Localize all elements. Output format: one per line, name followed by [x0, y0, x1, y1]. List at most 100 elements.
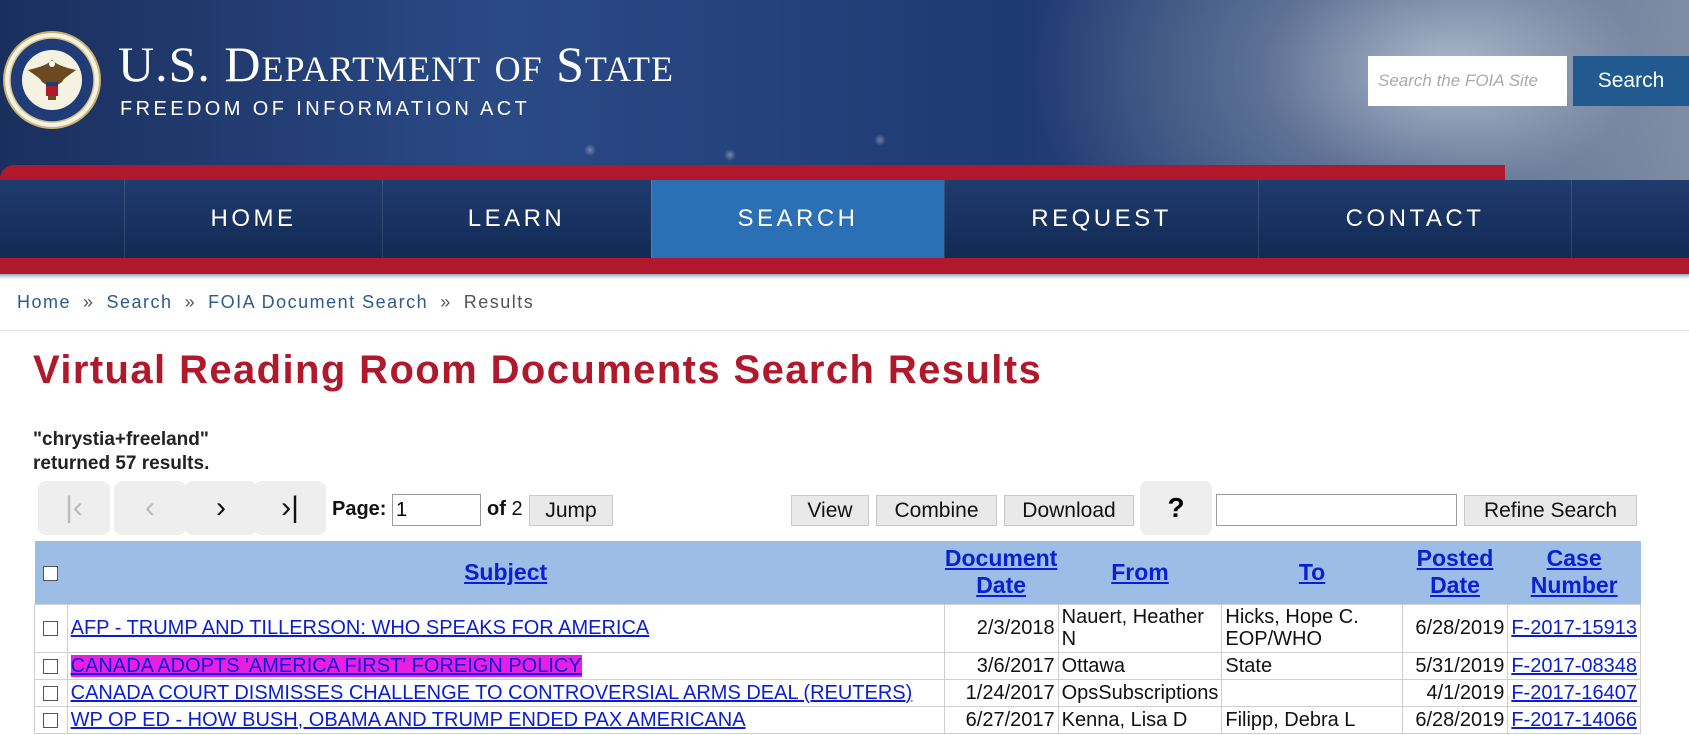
result-summary: "chrystia+freeland" returned 57 results. — [33, 428, 209, 476]
divider — [0, 330, 1689, 331]
column-header-case-number[interactable]: Case Number — [1507, 541, 1641, 604]
refine-search-button[interactable]: Refine Search — [1464, 495, 1637, 526]
table-row: AFP - TRUMP AND TILLERSON: WHO SPEAKS FO… — [34, 603, 1641, 653]
row-checkbox[interactable] — [43, 658, 59, 674]
column-header-subject[interactable]: Subject — [67, 541, 945, 604]
table-header-row: Subject Document Date From To Posted Dat… — [34, 541, 1641, 604]
table-row: WP OP ED - HOW BUSH, OBAMA AND TRUMP END… — [34, 705, 1641, 734]
total-pages: 2 — [511, 498, 523, 520]
to-cell: Hicks, Hope C. EOP/WHO — [1221, 603, 1403, 653]
nav-item-learn[interactable]: LEARN — [382, 180, 650, 258]
from-cell: Ottawa — [1057, 651, 1223, 680]
case-number-link[interactable]: F-2017-15913 — [1511, 617, 1637, 639]
table-row: CANADA ADOPTS 'AMERICA FIRST' FOREIGN PO… — [34, 651, 1641, 680]
row-checkbox[interactable] — [43, 685, 59, 701]
refine-search-input[interactable] — [1216, 494, 1457, 526]
nav-item-label: CONTACT — [1345, 205, 1485, 232]
subject-link[interactable]: WP OP ED - HOW BUSH, OBAMA AND TRUMP END… — [71, 709, 746, 731]
document-date-cell: 3/6/2017 — [943, 651, 1059, 680]
jump-button[interactable]: Jump — [529, 495, 613, 526]
view-button[interactable]: View — [791, 495, 869, 526]
state-department-seal-icon[interactable] — [2, 30, 102, 130]
posted-date-cell: 6/28/2019 — [1401, 603, 1509, 653]
column-header-label: Case Number — [1530, 545, 1618, 599]
site-header: U.S. DEPARTMENT OF STATE FREEDOM OF INFO… — [0, 0, 1689, 180]
row-checkbox[interactable] — [43, 621, 59, 637]
case-number-cell: F-2017-15913 — [1507, 603, 1641, 653]
from-cell: Kenna, Lisa D — [1057, 705, 1223, 734]
page-number-input[interactable] — [392, 494, 481, 526]
nav-shadow — [0, 274, 1689, 279]
row-check-cell — [34, 705, 68, 734]
from-cell: Nauert, Heather N — [1057, 603, 1223, 653]
case-number-cell: F-2017-16407 — [1507, 678, 1641, 707]
subject-cell: AFP - TRUMP AND TILLERSON: WHO SPEAKS FO… — [66, 603, 945, 653]
posted-date-cell: 5/31/2019 — [1401, 651, 1509, 680]
document-date-cell: 1/24/2017 — [943, 678, 1059, 707]
download-button[interactable]: Download — [1004, 495, 1134, 526]
case-number-link[interactable]: F-2017-14066 — [1511, 709, 1637, 731]
case-number-link[interactable]: F-2017-08348 — [1511, 655, 1637, 677]
row-check-cell — [34, 678, 68, 707]
column-header-to[interactable]: To — [1221, 541, 1403, 604]
combine-button[interactable]: Combine — [876, 495, 997, 526]
subject-cell: CANADA COURT DISMISSES CHALLENGE TO CONT… — [66, 678, 945, 707]
column-header-document-date[interactable]: Document Date — [944, 541, 1059, 604]
column-header-posted-date[interactable]: Posted Date — [1402, 541, 1508, 604]
breadcrumb-separator: » — [83, 292, 95, 312]
document-date-cell: 6/27/2017 — [943, 705, 1059, 734]
nav-red-band — [0, 258, 1689, 274]
breadcrumb-current: Results — [463, 292, 535, 312]
help-button[interactable]: ? — [1140, 481, 1212, 535]
page-of-label: of — [487, 498, 506, 520]
case-number-link[interactable]: F-2017-16407 — [1511, 682, 1637, 704]
nav-item-contact[interactable]: CONTACT — [1258, 180, 1572, 258]
results-table: Subject Document Date From To Posted Dat… — [34, 541, 1641, 734]
site-search-input[interactable] — [1368, 56, 1567, 106]
posted-date-cell: 6/28/2019 — [1401, 705, 1509, 734]
row-check-cell — [34, 651, 68, 680]
from-cell: OpsSubscriptions — [1057, 678, 1223, 707]
site-subtitle: FREEDOM OF INFORMATION ACT — [120, 98, 531, 120]
page-total: of 2 — [487, 498, 523, 521]
breadcrumb-search[interactable]: Search — [107, 292, 173, 312]
select-all-checkbox[interactable] — [43, 566, 59, 582]
subject-link[interactable]: CANADA ADOPTS 'AMERICA FIRST' FOREIGN PO… — [70, 654, 582, 677]
column-header-from[interactable]: From — [1058, 541, 1222, 604]
page-label: Page: — [332, 498, 387, 520]
result-count: returned 57 results. — [33, 453, 210, 474]
to-cell: Filipp, Debra L — [1221, 705, 1403, 734]
site-search-button[interactable]: Search — [1573, 56, 1689, 106]
select-all-cell — [34, 541, 68, 604]
subject-link[interactable]: CANADA COURT DISMISSES CHALLENGE TO CONT… — [71, 682, 913, 704]
column-header-label: Document Date — [944, 545, 1058, 599]
nav-item-label: LEARN — [467, 205, 566, 232]
row-checkbox[interactable] — [43, 712, 59, 728]
breadcrumb-separator: » — [184, 292, 197, 312]
nav-item-request[interactable]: REQUEST — [944, 180, 1258, 258]
case-number-cell: F-2017-14066 — [1507, 705, 1641, 734]
column-header-label: Posted Date — [1416, 545, 1494, 599]
subject-cell: WP OP ED - HOW BUSH, OBAMA AND TRUMP END… — [66, 705, 945, 734]
row-check-cell — [34, 603, 68, 653]
table-row: CANADA COURT DISMISSES CHALLENGE TO CONT… — [34, 678, 1641, 707]
breadcrumb-foia-document-search[interactable]: FOIA Document Search — [208, 292, 428, 312]
next-page-button[interactable]: › — [185, 481, 257, 535]
header-red-band — [0, 165, 1505, 180]
nav-item-home[interactable]: HOME — [124, 180, 382, 258]
breadcrumb-home[interactable]: Home — [17, 292, 71, 312]
main-nav: HOME LEARN SEARCH REQUEST CONTACT — [0, 180, 1689, 258]
agency-name[interactable]: U.S. DEPARTMENT OF STATE — [118, 36, 674, 97]
to-cell: State — [1221, 651, 1403, 680]
last-page-button[interactable]: ›| — [254, 481, 326, 535]
nav-item-search[interactable]: SEARCH — [651, 180, 944, 258]
subject-link[interactable]: AFP - TRUMP AND TILLERSON: WHO SPEAKS FO… — [71, 617, 650, 639]
posted-date-cell: 4/1/2019 — [1401, 678, 1509, 707]
nav-item-label: REQUEST — [1031, 205, 1172, 232]
breadcrumb-separator: » — [440, 292, 452, 312]
header-background-stars — [560, 110, 1160, 170]
first-page-button[interactable]: |‹ — [38, 481, 110, 535]
search-query: "chrystia+freeland" — [33, 429, 209, 450]
previous-page-button[interactable]: ‹ — [114, 481, 186, 535]
page-title: Virtual Reading Room Documents Search Re… — [33, 348, 1043, 392]
